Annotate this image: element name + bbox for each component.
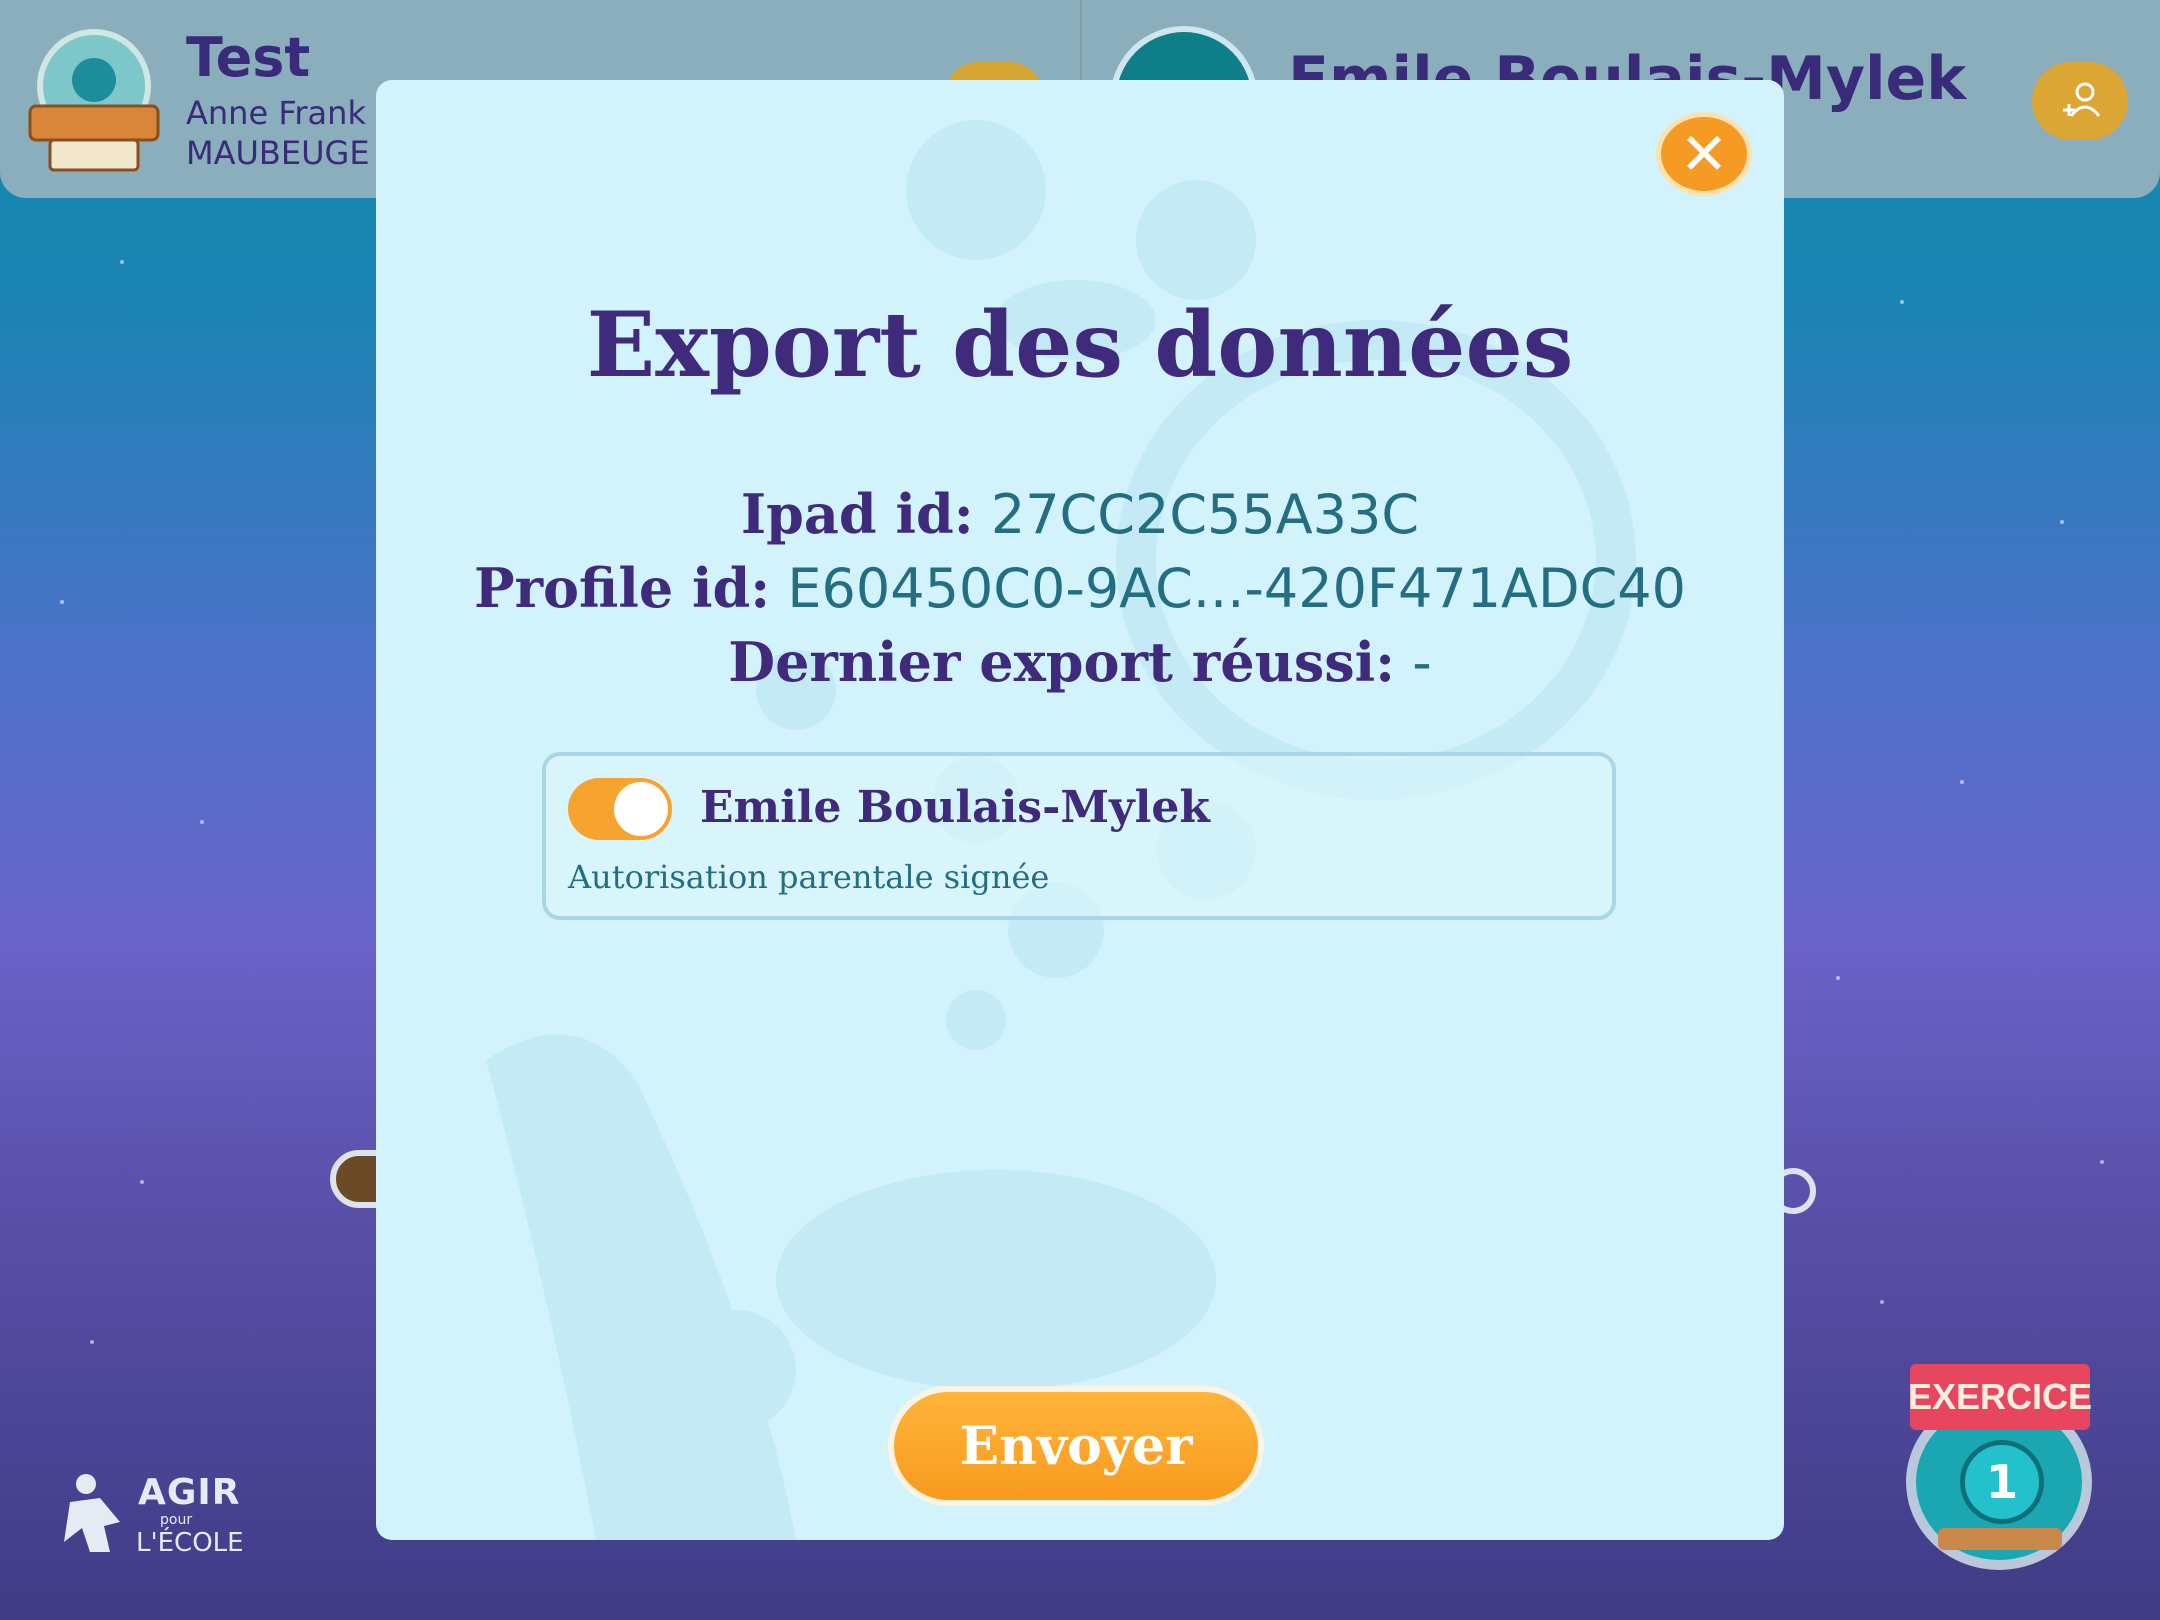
last-export-row: Dernier export réussi: - <box>376 630 1784 694</box>
profile-id-label: Profile id: <box>473 556 771 620</box>
app-logo <box>28 28 160 178</box>
reading-child-icon <box>64 1474 120 1552</box>
close-button[interactable]: ✕ <box>1656 112 1752 196</box>
profile-id-row: Profile id: E60450C0-9AC...-420F471ADC40 <box>376 556 1784 620</box>
profile-id-value: E60450C0-9AC...-420F471ADC40 <box>787 557 1686 620</box>
student-export-toggle[interactable] <box>568 778 672 840</box>
ipad-id-row: Ipad id: 27CC2C55A33C <box>376 482 1784 546</box>
add-user-icon <box>2063 82 2101 117</box>
toggle-knob <box>614 782 668 836</box>
exercise-badge[interactable]: EXERCICE 1 <box>1900 1360 2100 1570</box>
ipad-id-label: Ipad id: <box>740 482 974 546</box>
ipad-id-value: 27CC2C55A33C <box>990 483 1420 546</box>
school-name: Test <box>186 26 311 89</box>
school-line-1: Anne Frank <box>186 94 366 132</box>
close-icon: ✕ <box>1679 120 1729 188</box>
student-export-card: Emile Boulais-Mylek Autorisation parenta… <box>542 752 1616 920</box>
exercise-label: EXERCICE <box>1908 1364 2092 1430</box>
send-button-label: Envoyer <box>894 1392 1258 1500</box>
modal-title: Export des données <box>586 292 1574 398</box>
school-line-2: MAUBEUGE <box>186 134 370 172</box>
last-export-label: Dernier export réussi: <box>728 630 1396 694</box>
export-modal: ✕ Export des données Ipad id: 27CC2C55A3… <box>376 80 1784 1540</box>
send-button[interactable]: Envoyer <box>888 1386 1264 1506</box>
card-student-name: Emile Boulais-Mylek <box>700 782 1210 833</box>
parental-consent-label: Autorisation parentale signée <box>568 858 1050 896</box>
exercise-number: 1 <box>1960 1440 2044 1524</box>
add-user-button[interactable] <box>2032 62 2128 140</box>
agir-pour-l-ecole-logo: AGIR pour L'ÉCOLE <box>60 1472 244 1562</box>
last-export-value: - <box>1412 631 1432 694</box>
